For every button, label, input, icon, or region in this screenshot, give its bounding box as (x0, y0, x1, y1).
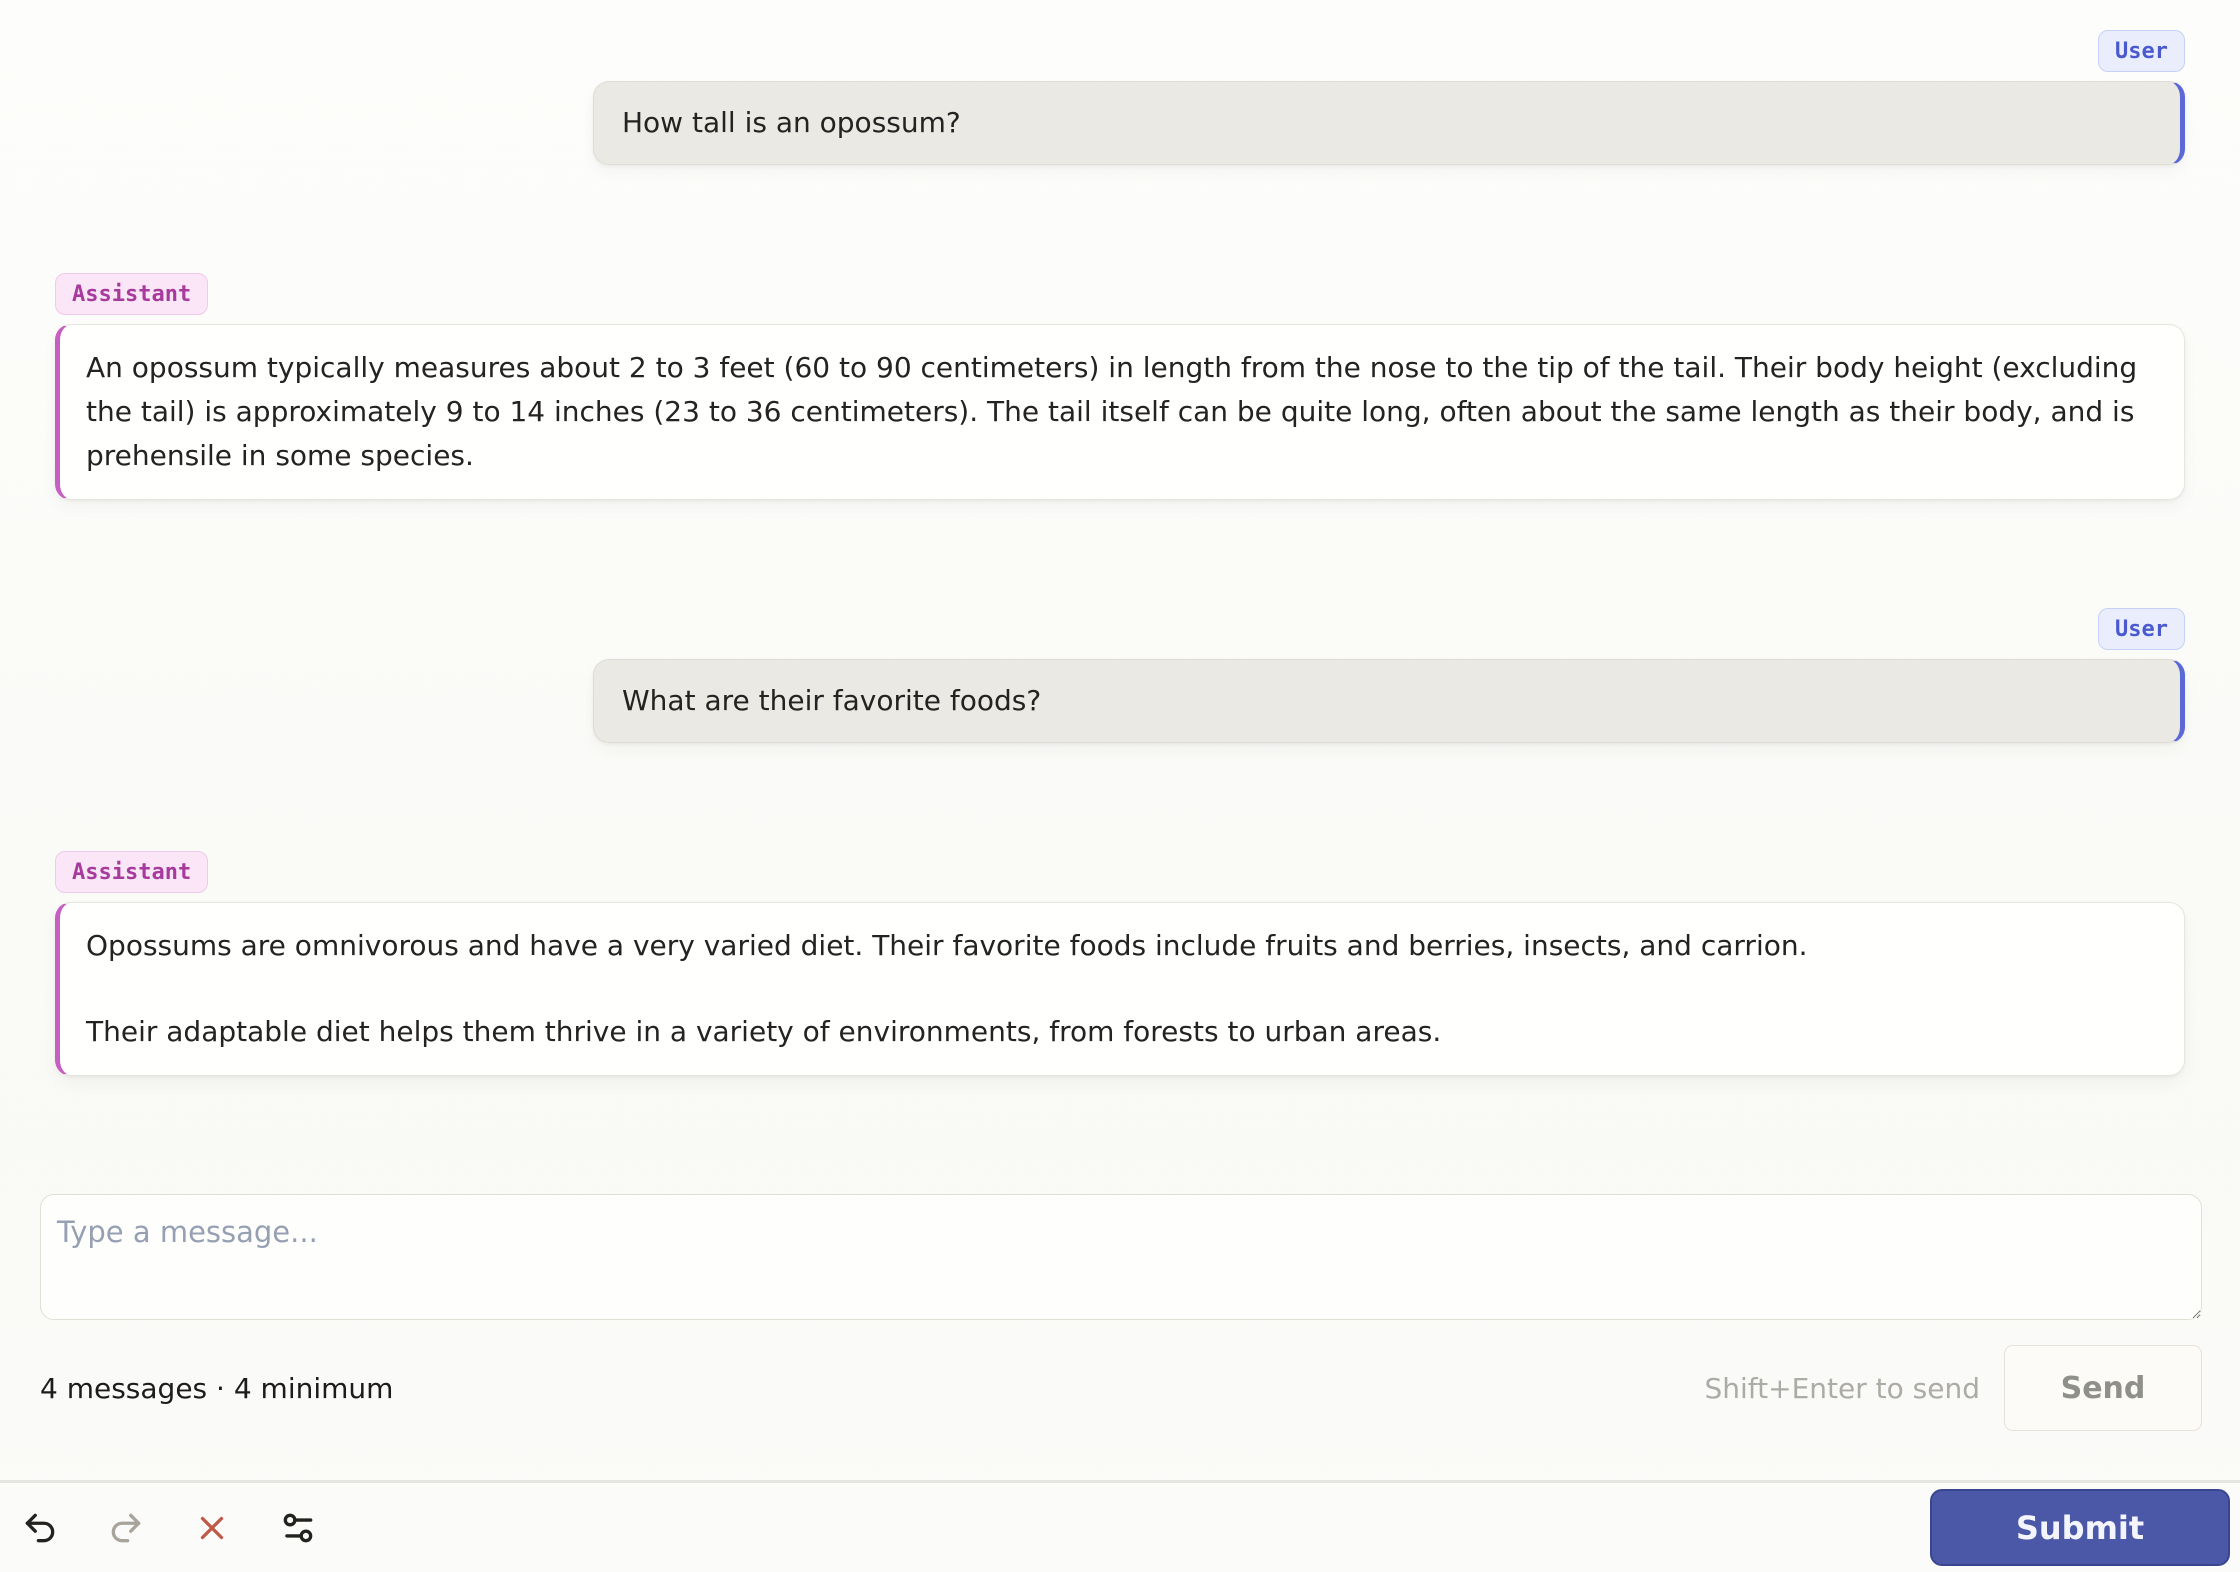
message-user-1: User How tall is an opossum? (55, 30, 2185, 165)
send-button[interactable]: Send (2004, 1345, 2202, 1431)
chat-transcript: User How tall is an opossum? Assistant A… (0, 0, 2240, 1076)
message-text: Opossums are omnivorous and have a very … (86, 929, 1808, 962)
message-text: How tall is an opossum? (622, 106, 961, 139)
message-text: An opossum typically measures about 2 to… (86, 351, 2138, 472)
composer-status-row: 4 messages · 4 minimum Shift+Enter to se… (40, 1344, 2202, 1432)
assistant-message-bubble: Opossums are omnivorous and have a very … (55, 902, 2185, 1076)
assistant-message-bubble: An opossum typically measures about 2 to… (55, 324, 2185, 500)
user-message-bubble: How tall is an opossum? (593, 81, 2185, 165)
message-text: Their adaptable diet helps them thrive i… (86, 1015, 1442, 1048)
message-user-2: User What are their favorite foods? (55, 608, 2185, 743)
message-assistant-2: Assistant Opossums are omnivorous and ha… (55, 851, 2185, 1076)
role-badge-assistant: Assistant (55, 851, 209, 893)
message-assistant-1: Assistant An opossum typically measures … (55, 273, 2185, 500)
user-message-bubble: What are their favorite foods? (593, 659, 2185, 743)
role-badge-user: User (2098, 608, 2185, 650)
composer: 4 messages · 4 minimum Shift+Enter to se… (0, 1194, 2240, 1432)
role-badge-user: User (2098, 30, 2185, 72)
conversation-editor: User How tall is an opossum? Assistant A… (0, 0, 2240, 1572)
message-count-status: 4 messages · 4 minimum (40, 1371, 394, 1405)
role-badge-assistant: Assistant (55, 273, 209, 315)
message-input[interactable] (40, 1194, 2202, 1320)
message-text: What are their favorite foods? (622, 684, 1042, 717)
send-shortcut-hint: Shift+Enter to send (1704, 1371, 1980, 1405)
